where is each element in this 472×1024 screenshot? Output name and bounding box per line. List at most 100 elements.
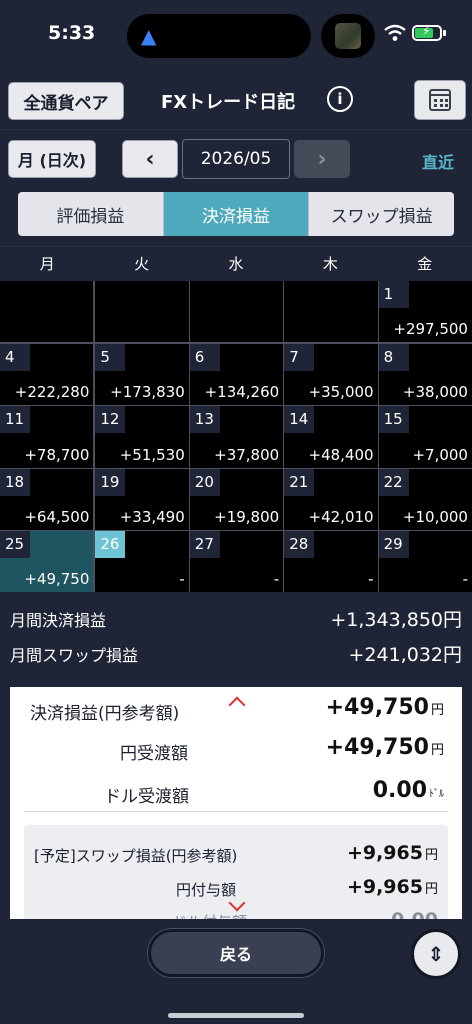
day-number: 21 [284,468,315,496]
day-number: 14 [284,406,315,434]
calendar-day-cell[interactable]: 21 +42,010 [284,468,378,530]
app-screen: 5:33 ▲ ⚡ 全通貨ペア FXトレード日記 i 月 (日次) ‹ 2026/… [0,0,472,1024]
day-pl-value: +51,530 [119,445,185,464]
next-month-button[interactable]: › [294,140,350,178]
settled-pl-value: +49,750 円 [325,695,444,720]
monthly-swap-value: +241,032円 [348,644,463,666]
day-number: 4 [0,344,30,372]
calendar-empty-cell [95,281,189,343]
calendar-day-cell[interactable]: 7 +35,000 [284,344,378,406]
calendar-day-cell[interactable]: 15 +7,000 [378,406,472,468]
calendar-day-cell[interactable]: 27 - [189,530,284,592]
day-pl-value: +49,750 [24,569,90,588]
day-pl-value: +7,000 [412,445,468,464]
day-number: 6 [189,344,220,372]
day-pl-value: - [179,569,185,588]
day-pl-value: +297,500 [393,320,468,339]
info-icon[interactable]: i [327,86,353,112]
calendar-empty-cell [284,281,378,343]
day-pl-value: +64,500 [24,507,90,526]
calendar-day-cell[interactable]: 28 - [284,530,378,592]
day-pl-value: +222,280 [14,383,90,402]
tab-unrealized[interactable]: 評価損益 [18,192,164,236]
calendar-day-cell[interactable]: 25 +49,750 [0,530,94,592]
calendar-day-cell[interactable]: 18 +64,500 [0,468,94,530]
calendar-day-cell[interactable]: 29 - [378,530,472,592]
dollar-grant-value: 0.00 [391,909,438,919]
day-number: 29 [378,530,409,558]
day-pl-value: +19,800 [214,507,280,526]
calendar-empty-cell [189,281,284,343]
previous-month-button[interactable]: ‹ [122,140,178,178]
day-pl-value: - [462,569,468,588]
menu-fab-button[interactable]: ⇕ [411,929,461,979]
day-number: 15 [378,406,409,434]
scheduled-swap-label: [予定]スワップ損益(円参考額) [34,847,238,865]
calendar-day-cell[interactable]: 22 +10,000 [378,468,472,530]
calendar-day-cell[interactable]: 14 +48,400 [284,406,378,468]
day-number: 1 [378,281,409,308]
calendar-day-cell[interactable]: 1 +297,500 [378,281,472,343]
weekday-label: 火 [134,255,150,273]
day-number: 28 [284,530,315,558]
day-detail-panel: 決済損益(円参考額) +49,750 円 円受渡額 +49,750 円 ドル受渡額 … [10,687,462,919]
day-pl-value: +173,830 [110,383,185,402]
calendar-day-cell[interactable]: 11 +78,700 [0,406,94,468]
calendar-day-cell[interactable]: 8 +38,000 [378,344,472,406]
media-thumbnail [321,14,375,58]
calendar-day-cell[interactable]: 6 +134,260 [189,344,284,406]
day-number: 12 [95,406,126,434]
day-pl-value: +48,400 [308,445,374,464]
weekday-header: 月 火 水 木 金 [0,246,472,280]
calendar-day-cell[interactable]: 12 +51,530 [95,406,189,468]
status-time: 5:33 [48,22,96,44]
calendar-day-cell[interactable]: 5 +173,830 [95,344,189,406]
page-title: FXトレード日記 [161,92,296,113]
calendar-day-cell[interactable]: 13 +37,800 [189,406,284,468]
calendar-day-cell[interactable]: 20 +19,800 [189,468,284,530]
weekday-label: 木 [322,255,338,273]
collapse-caret-icon[interactable] [228,696,246,714]
day-pl-value: +134,260 [204,383,280,402]
wifi-icon [384,24,406,41]
calendar-day-cell[interactable]: 19 +33,490 [95,468,189,530]
weekday-label: 金 [417,255,433,273]
yen-delivery-value: +49,750 円 [325,735,444,760]
latest-link[interactable]: 直近 [422,149,454,173]
dollar-grant-label: ドル付与額 [172,911,247,919]
month-display[interactable]: 2026/05 [182,139,290,179]
calendar-day-cell[interactable]: 26 - [95,530,189,592]
day-number: 19 [95,468,126,496]
monthly-swap-label: 月間スワップ損益 [10,646,139,665]
yen-delivery-label: 円受渡額 [120,744,188,764]
pl-type-tabs: 評価損益 決済損益 スワップ損益 [18,192,454,236]
calendar-day-cell[interactable]: 4 +222,280 [0,344,94,406]
navigation-arrow-icon: ▲ [141,24,157,48]
day-number: 13 [189,406,220,434]
yen-grant-label: 円付与額 [176,881,237,899]
day-number: 20 [189,468,220,496]
bottom-bar: 戻る ⇕ [0,919,472,1024]
day-pl-value: +33,490 [119,507,185,526]
monthly-settled-value: +1,343,850円 [330,609,462,631]
day-pl-value: +10,000 [402,507,468,526]
weekday-label: 水 [228,255,244,273]
period-select-button[interactable]: 月 (日次) [8,140,96,178]
day-pl-value: +78,700 [24,445,90,464]
dollar-delivery-label: ドル受渡額 [104,787,189,807]
calendar-icon [429,89,451,111]
back-button[interactable]: 戻る [148,929,324,977]
yen-grant-value: +9,965 円 [346,876,438,898]
weekday-label: 月 [39,255,55,273]
dollar-delivery-value: 0.00 ﾄﾞﾙ [372,778,444,803]
tab-settled[interactable]: 決済損益 [163,192,310,236]
calendar-button[interactable] [414,80,466,120]
day-number: 26 [95,530,126,558]
settled-pl-label: 決済損益(円参考額) [30,704,180,724]
calendar-empty-cell [0,281,94,343]
day-number: 25 [0,530,30,558]
day-number: 22 [378,468,409,496]
tab-swap[interactable]: スワップ損益 [309,192,454,236]
currency-pair-button[interactable]: 全通貨ペア [8,82,124,120]
day-pl-value: +37,800 [214,445,280,464]
